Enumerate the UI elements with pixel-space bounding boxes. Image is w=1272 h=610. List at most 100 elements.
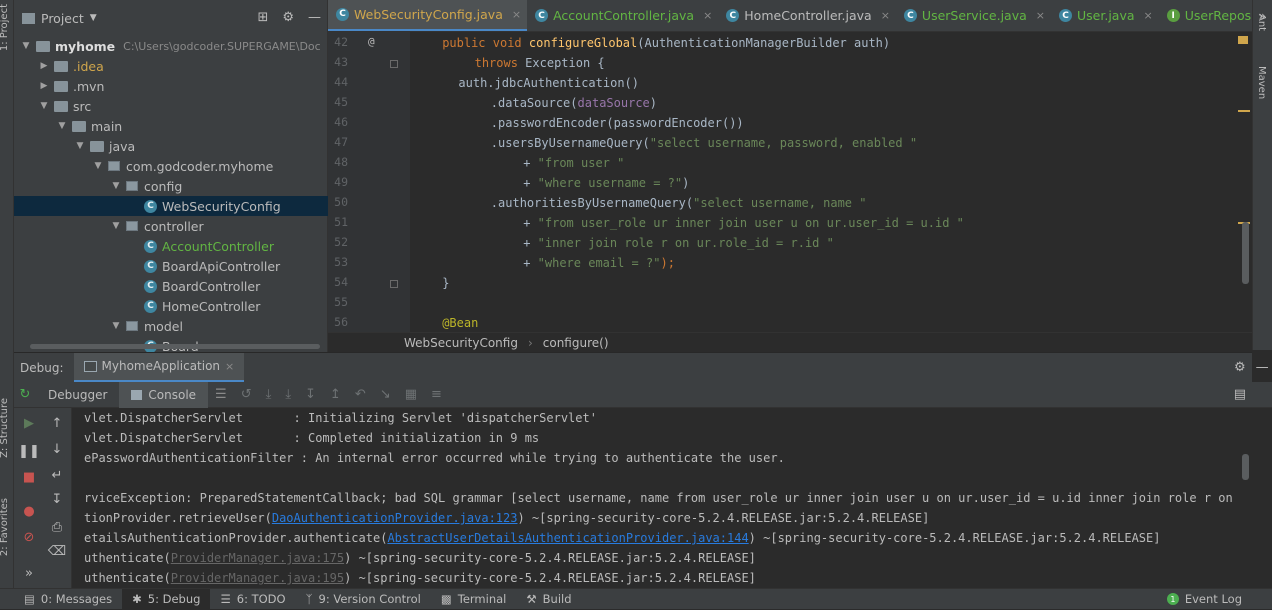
- expand-arrow-icon[interactable]: ▼: [74, 141, 86, 151]
- expand-arrow-icon[interactable]: ▼: [110, 321, 122, 331]
- tree-item[interactable]: C AccountController: [14, 236, 328, 256]
- tree-item[interactable]: ▶ .idea: [14, 56, 328, 76]
- pause-icon[interactable]: ❚❚: [18, 442, 40, 462]
- override-marker-icon[interactable]: @: [368, 35, 375, 48]
- hide-icon[interactable]: —: [1256, 360, 1269, 375]
- source-link[interactable]: ProviderManager.java:175: [171, 551, 344, 565]
- todo-tool-button[interactable]: ☰ 6: TODO: [210, 589, 295, 610]
- tree-horizontal-scrollbar[interactable]: [30, 344, 320, 349]
- step-into-icon[interactable]: ⤓: [278, 387, 298, 402]
- tree-item-label: HomeController: [162, 298, 261, 314]
- expand-arrow-icon[interactable]: ▼: [110, 221, 122, 231]
- structure-tool-button[interactable]: Z: Structure: [0, 398, 10, 458]
- trace-icon[interactable]: ≡: [424, 387, 449, 402]
- vcs-tool-button[interactable]: ᛉ 9: Version Control: [296, 589, 431, 610]
- code-editor[interactable]: public void configureGlobal(Authenticati…: [410, 32, 1228, 332]
- chevron-down-icon[interactable]: ▼: [90, 13, 97, 23]
- tab-overflow-button[interactable]: »: [1259, 9, 1266, 23]
- close-icon[interactable]: ×: [1144, 9, 1153, 22]
- drop-frame-icon[interactable]: ↶: [348, 387, 373, 402]
- collapse-all-icon[interactable]: ⊞: [257, 10, 268, 25]
- source-link[interactable]: DaoAuthenticationProvider.java:123: [272, 511, 518, 525]
- console-scrollbar[interactable]: [1242, 454, 1249, 480]
- menu-icon[interactable]: ☰: [208, 387, 234, 402]
- close-icon[interactable]: ×: [703, 9, 712, 22]
- print-icon[interactable]: ⎙: [46, 518, 68, 538]
- expand-arrow-icon[interactable]: ▶: [38, 81, 50, 91]
- resume-icon[interactable]: ▶: [18, 414, 40, 434]
- tab-debugger[interactable]: Debugger: [36, 382, 119, 408]
- editor-tab[interactable]: C WebSecurityConfig.java ×: [328, 0, 528, 31]
- more-icon[interactable]: »: [18, 564, 40, 584]
- editor-tab[interactable]: C HomeController.java ×: [718, 0, 896, 31]
- warning-stripe[interactable]: [1238, 110, 1250, 112]
- tree-item[interactable]: C WebSecurityConfig: [14, 196, 328, 216]
- console-output[interactable]: vlet.DispatcherServlet : Initializing Se…: [72, 408, 1238, 588]
- trash-icon[interactable]: ⌫: [46, 542, 68, 562]
- tree-item[interactable]: C BoardController: [14, 276, 328, 296]
- tree-item[interactable]: C BoardApiController: [14, 256, 328, 276]
- gear-icon[interactable]: ⚙: [1234, 360, 1246, 375]
- source-link[interactable]: AbstractUserDetailsAuthenticationProvide…: [387, 531, 748, 545]
- project-tool-button[interactable]: 1: Project: [0, 4, 10, 51]
- soft-wrap-icon[interactable]: ↵: [46, 466, 68, 486]
- layout-icon[interactable]: ▤: [1234, 387, 1246, 402]
- run-to-cursor-icon[interactable]: ↘: [373, 387, 398, 402]
- terminal-tool-button[interactable]: ▩ Terminal: [431, 589, 516, 610]
- tree-item[interactable]: ▼ src: [14, 96, 328, 116]
- close-icon[interactable]: ×: [225, 360, 234, 373]
- expand-arrow-icon[interactable]: ▶: [38, 61, 50, 71]
- gear-icon[interactable]: ⚙: [282, 10, 294, 25]
- source-link[interactable]: ProviderManager.java:195: [171, 571, 344, 585]
- event-log-button[interactable]: 1 Event Log: [1157, 589, 1272, 610]
- run-config-tab[interactable]: MyhomeApplication ×: [73, 352, 245, 383]
- expand-arrow-icon[interactable]: ▼: [20, 41, 32, 51]
- tree-item[interactable]: ▼ model: [14, 316, 328, 336]
- editor-tab[interactable]: C User.java ×: [1051, 0, 1159, 31]
- tree-item[interactable]: ▶ .mvn: [14, 76, 328, 96]
- expand-arrow-icon[interactable]: ▼: [56, 121, 68, 131]
- editor-scrollbar[interactable]: [1242, 222, 1249, 284]
- build-tool-button[interactable]: ⚒ Build: [516, 589, 581, 610]
- breadcrumb-class[interactable]: WebSecurityConfig: [404, 336, 518, 350]
- close-icon[interactable]: ×: [1036, 9, 1045, 22]
- expand-arrow-icon[interactable]: ▼: [92, 161, 104, 171]
- editor-tab[interactable]: C UserService.java ×: [896, 0, 1051, 31]
- mute-breakpoints-icon[interactable]: ⊘: [18, 528, 40, 548]
- step-out-icon[interactable]: ↥: [323, 387, 348, 402]
- close-icon[interactable]: ×: [881, 9, 890, 22]
- scroll-to-end-icon[interactable]: ↧: [46, 490, 68, 510]
- show-execution-point-icon[interactable]: ↺: [234, 387, 259, 402]
- hide-icon[interactable]: —: [308, 10, 321, 25]
- tree-item[interactable]: ▼ main: [14, 116, 328, 136]
- tree-item[interactable]: ▼ config: [14, 176, 328, 196]
- up-arrow-icon[interactable]: ↑: [46, 414, 68, 434]
- force-step-into-icon[interactable]: ↧: [298, 387, 323, 402]
- maven-tool-button[interactable]: Maven: [1256, 66, 1267, 99]
- debug-tool-button[interactable]: ✱ 5: Debug: [122, 588, 211, 610]
- tree-item[interactable]: ▼ myhome C:\Users\godcoder.SUPERGAME\Doc: [14, 36, 328, 56]
- project-view-title[interactable]: Project: [41, 11, 84, 26]
- tree-item[interactable]: ▼ com.godcoder.myhome: [14, 156, 328, 176]
- favorites-tool-button[interactable]: 2: Favorites: [0, 498, 10, 556]
- editor-tab[interactable]: C AccountController.java ×: [527, 0, 718, 31]
- fold-marker-icon[interactable]: [390, 280, 398, 288]
- breadcrumb-method[interactable]: configure(): [543, 336, 609, 350]
- tree-item[interactable]: ▼ controller: [14, 216, 328, 236]
- expand-arrow-icon[interactable]: ▼: [110, 181, 122, 191]
- stop-icon[interactable]: ■: [18, 468, 40, 488]
- editor-tab[interactable]: IUserRepository.java×: [1159, 0, 1252, 31]
- tab-console[interactable]: Console: [119, 381, 209, 408]
- warning-marker-icon[interactable]: [1238, 36, 1248, 44]
- rerun-icon[interactable]: ↻: [14, 385, 36, 405]
- view-breakpoints-icon[interactable]: ●: [18, 502, 40, 522]
- down-arrow-icon[interactable]: ↓: [46, 440, 68, 460]
- close-icon[interactable]: ×: [512, 8, 521, 21]
- expand-arrow-icon[interactable]: ▼: [38, 101, 50, 111]
- messages-tool-button[interactable]: ▤ 0: Messages: [0, 589, 122, 610]
- tree-item[interactable]: ▼ java: [14, 136, 328, 156]
- evaluate-icon[interactable]: ▦: [398, 387, 424, 402]
- tree-item[interactable]: C HomeController: [14, 296, 328, 316]
- fold-marker-icon[interactable]: [390, 60, 398, 68]
- step-over-icon[interactable]: ⤓: [259, 387, 279, 402]
